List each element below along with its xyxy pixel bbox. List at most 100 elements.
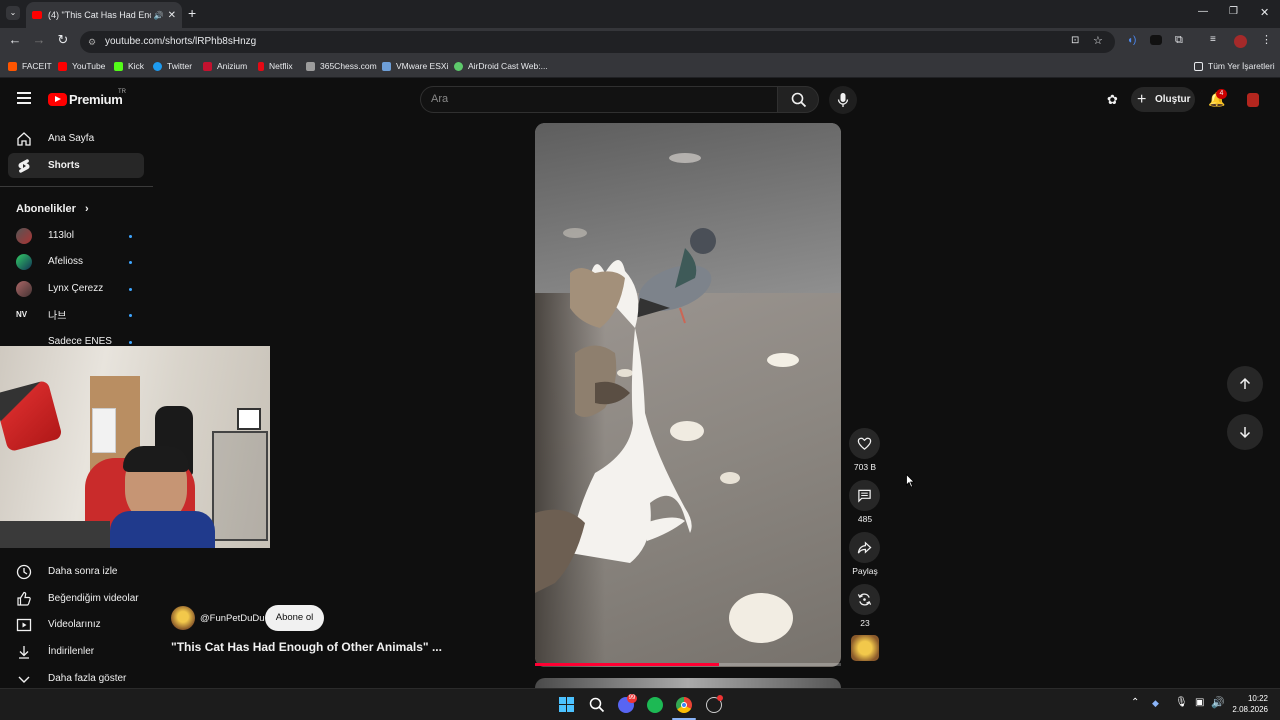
app-alert-dot — [717, 695, 723, 701]
sidebar-item-home[interactable]: Ana Sayfa — [8, 126, 144, 151]
url-field[interactable]: ⚙ youtube.com/shorts/lRPhb8sHnzg — [80, 31, 1115, 53]
video-progress-bar[interactable] — [535, 663, 841, 666]
sidebar-item-your-videos[interactable]: Videolarınız — [8, 612, 144, 637]
search-icon — [791, 92, 807, 108]
bookmarks-bar: FACEIT YouTube Kick Twitter Anizium Netf… — [0, 56, 1280, 78]
tray-network-icon[interactable]: ▣ — [1195, 697, 1204, 708]
new-content-dot — [129, 235, 132, 238]
windows-taskbar: 99 ⌃ ◆ 🎙 ▣ 🔊 10:22 2.08.2026 — [0, 688, 1280, 720]
shorts-icon — [18, 159, 30, 173]
window-close-icon[interactable]: ✕ — [1260, 6, 1269, 19]
tray-clock[interactable]: 10:22 2.08.2026 — [1230, 694, 1268, 714]
restore-icon[interactable]: ❐ — [1229, 6, 1238, 17]
bookmark-vmware[interactable]: VMware ESXi — [382, 61, 448, 71]
url-text: youtube.com/shorts/lRPhb8sHnzg — [105, 36, 257, 47]
bookmark-faceit[interactable]: FACEIT — [8, 61, 52, 71]
reload-icon[interactable]: ↻ — [55, 32, 71, 48]
sidebar-item-downloads[interactable]: İndirilenler — [8, 639, 144, 664]
youtube-favicon-icon — [32, 11, 42, 19]
tray-app-icon[interactable]: ◆ — [1152, 698, 1159, 709]
tray-chevron-up-icon[interactable]: ⌃ — [1131, 697, 1139, 708]
channel-avatar[interactable] — [171, 606, 195, 630]
browser-tab-bar: ⌄ (4) "This Cat Has Had Enou 🔊 ✕ + — ❐ ✕ — [0, 0, 1280, 28]
spotify-icon[interactable] — [647, 697, 663, 713]
extension-dark-icon[interactable] — [1150, 35, 1162, 45]
cast-sparkle-icon[interactable]: ✿ — [1107, 92, 1118, 108]
logo-region: TR — [118, 89, 126, 95]
hamburger-menu-icon[interactable] — [17, 92, 31, 104]
tray-volume-icon[interactable]: 🔊 — [1211, 696, 1225, 709]
site-info-icon[interactable]: ⚙ — [88, 31, 96, 53]
thumbs-up-icon — [17, 591, 31, 606]
all-bookmarks-folder[interactable]: Tüm Yer İşaretleri — [1194, 61, 1275, 71]
previous-short-button[interactable] — [1227, 366, 1263, 402]
youtube-logo-icon[interactable] — [48, 93, 67, 106]
extension-audio-icon[interactable]: ◖) — [1127, 35, 1136, 46]
sidebar-item-liked-videos[interactable]: Beğendiğim videolar — [8, 586, 144, 611]
bookmark-twitter[interactable]: Twitter — [153, 61, 192, 71]
avatar: NV — [16, 310, 28, 319]
avatar — [16, 228, 32, 244]
channel-name[interactable]: @FunPetDuDu — [200, 613, 265, 624]
tab-close-icon[interactable]: ✕ — [168, 10, 176, 21]
comments-button[interactable] — [849, 480, 880, 511]
bookmark-anizium[interactable]: Anizium — [203, 61, 247, 71]
youtube-header: Premium TR Ara ✿ + Oluştur 🔔 4 — [0, 79, 1280, 123]
minimize-icon[interactable]: — — [1198, 6, 1208, 17]
wall-shelf — [92, 408, 116, 453]
media-control-icon[interactable]: ≡ — [1210, 34, 1216, 45]
faceit-icon — [8, 61, 17, 71]
bookmark-365chess[interactable]: 365Chess.com — [306, 61, 377, 71]
sidebar-item-watch-later[interactable]: Daha sonra izle — [8, 559, 144, 584]
vmware-icon — [382, 61, 391, 71]
plus-icon: + — [1137, 91, 1147, 108]
subscriptions-title[interactable]: Abonelikler › — [16, 203, 89, 215]
logo-text[interactable]: Premium — [69, 92, 123, 107]
tab-search-icon[interactable]: ⌄ — [6, 6, 20, 20]
bookmark-kick[interactable]: Kick — [114, 61, 144, 71]
comment-count: 485 — [857, 514, 873, 524]
audio-playing-icon[interactable]: 🔊 — [154, 11, 164, 20]
install-icon[interactable]: ⊡ — [1071, 35, 1079, 46]
mouse-cursor-icon — [906, 474, 915, 488]
browser-tab-active[interactable]: (4) "This Cat Has Had Enou 🔊 ✕ — [26, 2, 182, 28]
voice-search-button[interactable] — [829, 86, 857, 114]
browser-menu-icon[interactable]: ⋮ — [1261, 33, 1272, 46]
video-title[interactable]: "This Cat Has Had Enough of Other Animal… — [171, 640, 442, 654]
short-video-player[interactable] — [535, 123, 841, 667]
windows-start-icon[interactable] — [559, 697, 575, 713]
forward-icon[interactable]: → — [31, 32, 47, 47]
new-content-dot — [129, 314, 132, 317]
sidebar-sub-nab[interactable]: 나브 — [8, 302, 144, 327]
sound-thumbnail[interactable] — [851, 635, 879, 661]
share-button[interactable] — [849, 532, 880, 563]
back-icon[interactable]: ← — [7, 32, 23, 47]
remix-button[interactable] — [849, 584, 880, 615]
create-button[interactable]: + Oluştur — [1131, 87, 1195, 112]
extensions-puzzle-icon[interactable]: ⧉ — [1175, 34, 1183, 47]
wall-frame — [237, 408, 261, 430]
sidebar-item-shorts[interactable]: Shorts — [8, 153, 144, 178]
next-short-button[interactable] — [1227, 414, 1263, 450]
sidebar-divider — [0, 186, 153, 187]
chess-icon — [306, 61, 315, 71]
new-content-dot — [129, 288, 132, 291]
search-input[interactable]: Ara — [420, 86, 778, 113]
new-tab-icon[interactable]: + — [188, 5, 196, 21]
bookmark-airdroid[interactable]: AirDroid Cast Web:... — [454, 61, 548, 71]
bookmark-star-icon[interactable]: ☆ — [1093, 34, 1103, 47]
share-label: Paylaş — [852, 566, 878, 576]
search-button[interactable] — [777, 86, 819, 113]
subscribe-button[interactable]: Abone ol — [265, 605, 324, 631]
netflix-icon — [258, 61, 264, 71]
like-button[interactable] — [849, 428, 880, 459]
remix-count: 23 — [860, 618, 870, 628]
tray-microphone-icon[interactable]: 🎙 — [1175, 697, 1188, 708]
bookmark-netflix[interactable]: Netflix — [258, 61, 293, 71]
chrome-icon[interactable] — [676, 697, 692, 713]
profile-avatar-icon[interactable] — [1234, 35, 1247, 48]
bookmark-youtube[interactable]: YouTube — [58, 61, 105, 71]
account-avatar[interactable] — [1247, 93, 1259, 107]
kick-icon — [114, 61, 123, 71]
taskbar-search-icon[interactable] — [589, 697, 605, 713]
